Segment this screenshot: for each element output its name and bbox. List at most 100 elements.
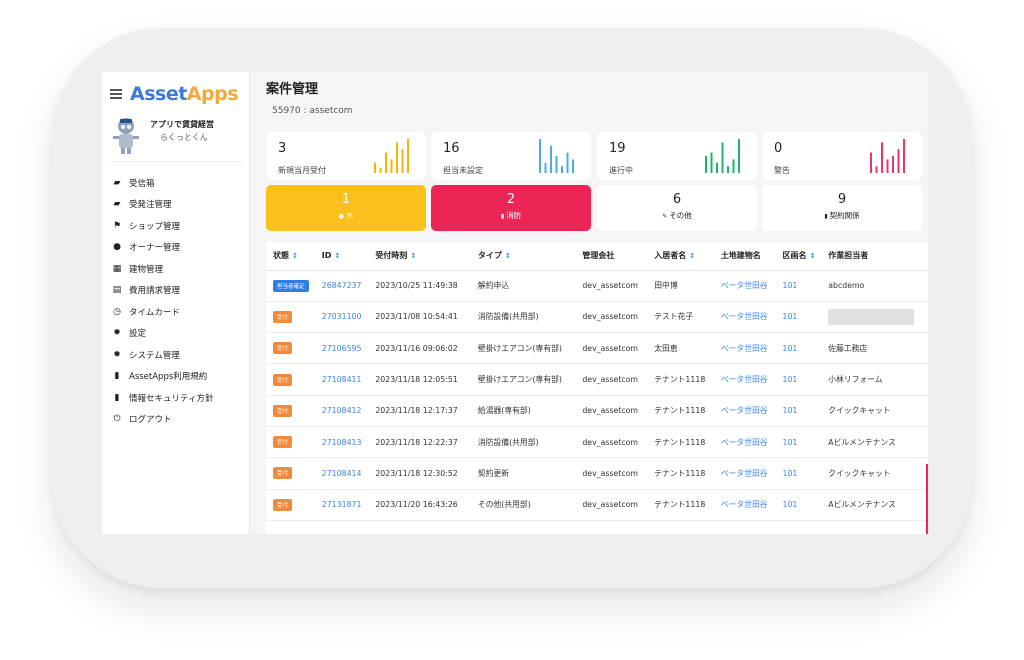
company-cell: dev_assetcom [575,457,648,490]
sidebar-item[interactable]: ● オーナー管理 [112,237,244,259]
table-row[interactable]: 受付 27108411 2023/11/18 12:05:51 壁掛けエアコン(専有部… [266,363,928,396]
column-header[interactable]: 入居者名 ↕ [647,242,714,271]
user-profile[interactable]: アプリで賃貸経営 らくっとくん [110,116,244,162]
unit-cell[interactable]: 101 [775,395,822,427]
unit-cell[interactable]: 101 [775,489,822,521]
table-row[interactable]: 受付 27108412 2023/11/18 12:17:37 給湯器(専有部) dev… [266,395,928,427]
category-label: 消防 [506,211,522,220]
sidebar-item[interactable]: ▮ 情報セキュリティ方針 [112,387,244,409]
app-logo[interactable]: AssetApps [130,83,239,105]
category-card[interactable]: 9 ▮ 契約関係 [762,185,922,231]
sparkline-bar [555,156,558,173]
sidebar-item[interactable]: ▰ 受発注管理 [112,194,244,216]
stat-value: 0 [774,141,783,156]
id-cell[interactable]: 27131871 [314,489,369,521]
sidebar-item[interactable]: ✹ システム管理 [112,344,244,366]
tenant-cell: テナント1118 [647,363,714,396]
building-cell[interactable]: ベータ世田谷 [713,363,776,396]
type-cell: 契約更新 [470,457,576,490]
sidebar-item[interactable]: ▤ 費用請求管理 [112,280,244,302]
sidebar-item-label: ショップ管理 [129,221,181,232]
table-row[interactable]: 受付 27131871 2023/11/20 16:43:26 その他(共用部) dev… [266,489,928,521]
sidebar-item[interactable]: ⏻ ログアウト [112,409,244,431]
column-header[interactable]: 区画名 ↕ [775,242,822,271]
table-row[interactable]: 受付 27106595 2023/11/16 09:06:02 壁掛けエアコン(専有部… [266,332,928,365]
building-cell[interactable]: ベータ世田谷 [713,489,776,521]
stat-card[interactable]: 3 新規当月受付 [266,132,426,180]
sidebar-item[interactable]: ◷ タイムカード [112,301,244,323]
column-header[interactable]: 管理会社 [575,242,648,271]
sparkline-bar [886,159,889,173]
sparkline-bar [379,167,382,173]
scroll-indicator[interactable] [926,464,928,534]
category-card[interactable]: 1 ● 水 [266,185,426,231]
table-row[interactable]: 担当者確定 26847237 2023/10/25 11:49:38 解約申込 dev_… [266,270,928,302]
unit-cell[interactable]: 101 [775,457,822,490]
building-cell[interactable]: ベータ世田谷 [713,332,776,365]
category-label: 水 [345,211,354,220]
unit-cell[interactable]: 101 [775,301,822,334]
status-cell: 受付 [266,457,315,490]
sparkline-bar [401,149,404,173]
stat-card[interactable]: 19 進行中 [597,132,757,180]
company-cell: dev_assetcom [575,426,648,459]
sort-icon[interactable]: ↕ [810,252,816,260]
company-cell: dev_assetcom [575,395,648,427]
category-card[interactable]: 6 ✎ その他 [597,185,757,231]
shop-icon: ⚑ [112,220,122,231]
sort-icon[interactable]: ↕ [410,252,416,260]
time-cell: 2023/11/18 12:22:37 [368,426,471,459]
id-cell[interactable]: 27108412 [314,395,369,427]
system-gear-icon: ✹ [113,349,121,360]
unit-cell[interactable]: 101 [775,426,822,459]
unit-cell[interactable]: 101 [775,332,822,365]
building-cell[interactable]: ベータ世田谷 [713,426,776,459]
sparkline-bar [710,152,713,173]
id-cell[interactable]: 27108414 [314,457,369,490]
table-row[interactable]: 受付 27108414 2023/11/18 12:30:52 契約更新 dev_ass… [266,457,928,490]
column-header[interactable]: 土地建物名 [713,242,776,271]
id-cell[interactable]: 26847237 [314,270,369,302]
column-header[interactable]: タイプ ↕ [470,242,576,271]
sidebar-item[interactable]: ▦ 建物管理 [112,258,244,280]
main-content: 案件管理 55970 : assetcom 3 新規当月受付 16 担当未設定 19 進行… [260,72,928,534]
stat-card[interactable]: 16 担当未設定 [431,132,591,180]
sort-icon[interactable]: ↕ [292,252,298,260]
category-count: 1 [341,192,351,207]
gear-icon: ✹ [113,328,121,339]
unit-cell[interactable]: 101 [775,270,822,302]
sparkline-bar [705,156,707,173]
stat-label: 警告 [774,166,790,175]
sidebar-item[interactable]: ✹ 設定 [112,323,244,345]
sort-icon[interactable]: ↕ [334,252,340,260]
id-cell[interactable]: 27106595 [314,332,369,365]
category-card[interactable]: 2 ▮ 消防 [431,185,591,231]
hamburger-menu-icon[interactable] [110,89,122,99]
sidebar-item[interactable]: ▮ AssetApps利用規約 [112,366,244,388]
id-cell[interactable]: 27108413 [314,426,369,459]
id-cell[interactable]: 27031100 [314,301,369,334]
table-row[interactable]: 受付 27108413 2023/11/18 12:22:37 消防設備(共用部) de… [266,426,928,459]
sort-icon[interactable]: ↕ [689,252,695,260]
sidebar-item[interactable]: ⚑ ショップ管理 [112,215,244,237]
column-header[interactable]: 受付時刻 ↕ [368,242,471,271]
id-cell[interactable]: 27108411 [314,363,369,396]
column-header[interactable]: ID ↕ [314,242,369,271]
building-cell[interactable]: ベータ世田谷 [713,395,776,427]
building-cell[interactable]: ベータ世田谷 [713,270,776,302]
category-label-row: ▮ 契約関係 [762,210,922,221]
column-header[interactable]: 作業担当者 [821,242,928,271]
sidebar-item-label: AssetApps利用規約 [129,372,208,383]
building-cell[interactable]: ベータ世田谷 [713,301,776,334]
building-cell[interactable]: ベータ世田谷 [713,457,776,490]
unit-cell[interactable]: 101 [775,363,822,396]
sparkline-bar [897,149,900,173]
user-icon: ● [113,242,121,253]
column-header[interactable]: 状態 ↕ [266,242,315,271]
sort-icon[interactable]: ↕ [505,252,511,260]
sidebar-item[interactable]: ▰ 受信箱 [112,172,244,194]
stat-label: 進行中 [609,166,633,175]
table-row[interactable]: 受付 27031100 2023/11/08 10:54:41 消防設備(共用部) de… [266,301,928,334]
stat-card[interactable]: 0 警告 [762,132,922,180]
inbox-icon: ▰ [113,177,121,188]
